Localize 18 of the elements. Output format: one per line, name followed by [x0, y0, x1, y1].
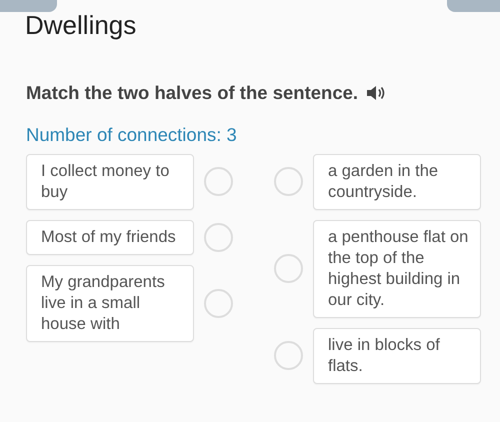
answer-card[interactable]: My grandparents live in a small house with	[26, 264, 194, 342]
connection-point[interactable]	[204, 288, 233, 318]
connection-point[interactable]	[274, 254, 303, 284]
answer-card[interactable]: a garden in the countryside.	[313, 154, 481, 210]
answer-card[interactable]: I collect money to buy	[26, 154, 194, 210]
speaker-icon[interactable]	[366, 85, 386, 102]
answer-card[interactable]: a penthouse flat on the top of the highest building in our city.	[313, 220, 481, 318]
connection-point[interactable]	[204, 167, 233, 196]
header-button[interactable]	[0, 0, 57, 12]
answer-card[interactable]: Most of my friends	[26, 220, 194, 255]
page-title: Dwellings	[25, 10, 138, 42]
connection-point[interactable]	[204, 222, 233, 252]
instruction-text: Match the two halves of the sentence.	[26, 81, 358, 106]
answer-card[interactable]: live in blocks of flats.	[313, 328, 481, 384]
header-button[interactable]	[447, 0, 500, 12]
connection-point[interactable]	[274, 167, 303, 196]
connection-point[interactable]	[274, 341, 303, 370]
connections-count: Number of connections: 3	[26, 122, 238, 147]
